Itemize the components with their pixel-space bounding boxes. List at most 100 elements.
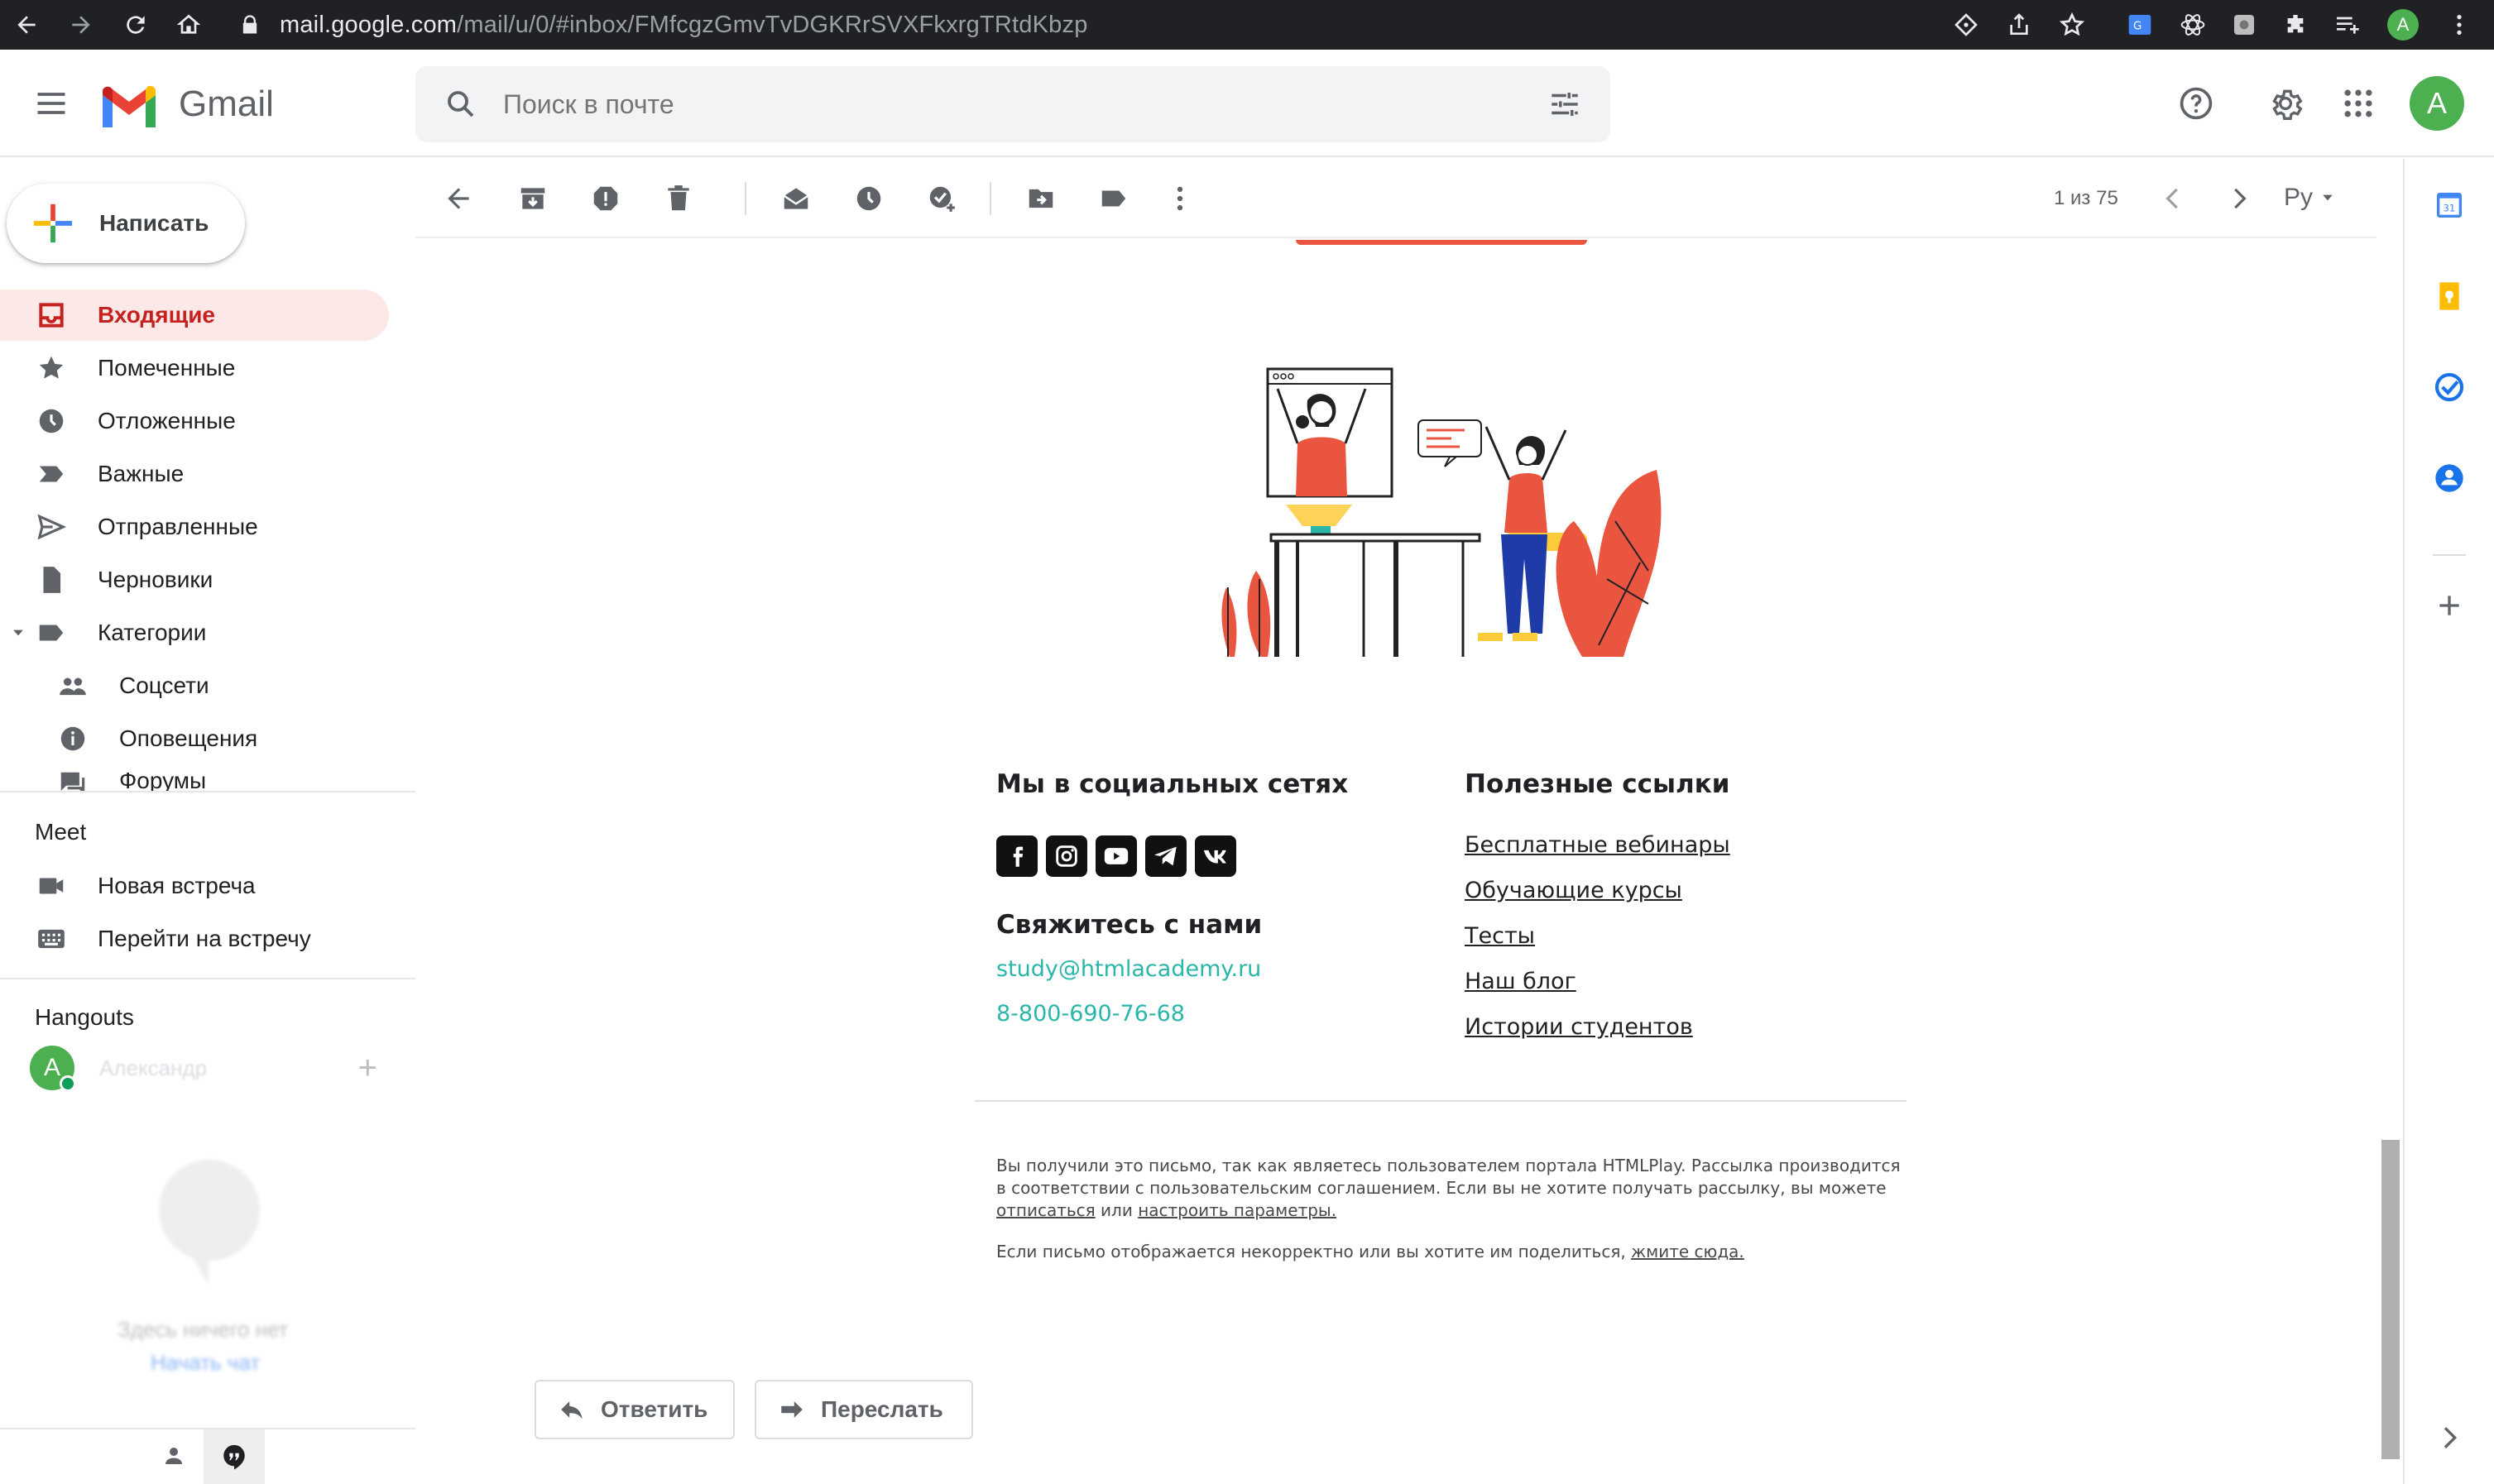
press-here-link[interactable]: жмите сюда. xyxy=(1631,1242,1744,1261)
forward-button[interactable]: Переслать xyxy=(755,1380,973,1439)
sidebar-item-label: Оповещения xyxy=(119,725,258,751)
home-icon[interactable] xyxy=(169,5,209,45)
delete-icon[interactable] xyxy=(659,179,698,218)
extension-app-icon[interactable] xyxy=(2226,7,2262,43)
sidebar-item-important[interactable]: Важные xyxy=(0,448,389,500)
settings-gear-icon[interactable] xyxy=(2261,79,2310,128)
footer-divider xyxy=(975,1100,1906,1102)
youtube-icon[interactable] xyxy=(1096,835,1137,877)
sidebar-item-starred[interactable]: Помеченные xyxy=(0,342,389,394)
facebook-icon[interactable] xyxy=(996,835,1038,877)
sidebar-item-forums[interactable]: Форумы xyxy=(0,759,389,792)
sidebar-item-updates[interactable]: Оповещения xyxy=(0,713,389,764)
react-devtools-icon[interactable] xyxy=(2175,7,2211,43)
content-scrollbar[interactable] xyxy=(2381,1140,2400,1459)
hangouts-icon xyxy=(223,1444,245,1470)
forward-icon[interactable] xyxy=(61,5,101,45)
puzzle-icon[interactable] xyxy=(2277,7,2314,43)
compose-button[interactable]: Написать xyxy=(7,184,245,263)
calendar-icon[interactable]: 31 xyxy=(2428,184,2471,227)
useful-link[interactable]: Бесплатные вебинары xyxy=(1465,832,1730,858)
sidebar-item-social[interactable]: Соцсети xyxy=(0,660,389,711)
useful-link[interactable]: Наш блог xyxy=(1465,969,1576,994)
reply-button[interactable]: Ответить xyxy=(535,1380,735,1439)
useful-link[interactable]: Истории студентов xyxy=(1465,1014,1693,1040)
older-chevron-icon[interactable] xyxy=(2219,179,2259,218)
search-options-icon[interactable] xyxy=(1547,87,1582,122)
sidebar-item-sent[interactable]: Отправленные xyxy=(0,501,389,553)
footer-or: или xyxy=(1095,1200,1139,1220)
footer-line: отписаться или настроить параметры. xyxy=(996,1199,1906,1222)
address-bar[interactable]: mail.google.com/mail/u/0/#inbox/FMfcgzGm… xyxy=(227,3,2130,46)
hangouts-user-name: Александр xyxy=(99,1055,208,1080)
reload-icon[interactable] xyxy=(116,5,156,45)
vk-icon[interactable] xyxy=(1195,835,1236,877)
contact-title: Свяжитесь с нами xyxy=(996,910,1263,940)
contacts-icon[interactable] xyxy=(2428,457,2471,500)
sidebar-item-snoozed[interactable]: Отложенные xyxy=(0,395,389,447)
newer-chevron-icon[interactable] xyxy=(2153,179,2193,218)
snooze-icon[interactable] xyxy=(849,179,889,218)
share-icon[interactable] xyxy=(2001,7,2037,43)
sidebar-item-label: Важные xyxy=(98,461,185,486)
useful-link[interactable]: Обучающие курсы xyxy=(1465,878,1682,903)
profile-avatar[interactable]: A xyxy=(2385,7,2421,43)
new-meeting-item[interactable]: Новая встреча xyxy=(0,860,389,912)
bookmark-star-icon[interactable] xyxy=(2054,7,2090,43)
account-avatar[interactable]: A xyxy=(2410,76,2464,131)
important-icon xyxy=(33,456,70,492)
sidebar-item-drafts[interactable]: Черновики xyxy=(0,554,389,606)
labels-icon[interactable] xyxy=(1094,179,1134,218)
hangouts-user[interactable]: A Александр + xyxy=(30,1044,377,1092)
gmail-logo[interactable]: Gmail xyxy=(98,81,274,127)
unsubscribe-link[interactable]: отписаться xyxy=(996,1200,1096,1220)
lens-icon[interactable] xyxy=(1948,7,1984,43)
add-contact-icon[interactable]: + xyxy=(358,1050,377,1087)
search-icon[interactable] xyxy=(444,87,478,122)
reply-arrow-icon xyxy=(561,1401,583,1419)
contact-email-link[interactable]: study@htmlacademy.ru xyxy=(996,956,1261,982)
contacts-tab[interactable] xyxy=(152,1433,195,1479)
tasks-icon[interactable] xyxy=(2428,366,2471,409)
sidebar-item-label: Помеченные xyxy=(98,355,236,381)
archive-icon[interactable] xyxy=(513,179,553,218)
sidebar: Написать Входящие Помеченные Отложенные … xyxy=(0,159,415,1484)
settings-link[interactable]: настроить параметры. xyxy=(1138,1200,1336,1220)
contact-phone-link[interactable]: 8-800-690-76-68 xyxy=(996,1001,1185,1027)
useful-link[interactable]: Тесты xyxy=(1465,923,1535,949)
sidebar-item-label: Соцсети xyxy=(119,673,209,698)
search-input[interactable] xyxy=(503,89,1496,120)
cta-button-fragment[interactable] xyxy=(1296,240,1587,245)
start-chat-link[interactable]: Начать чат xyxy=(151,1350,260,1376)
apps-grid-icon[interactable] xyxy=(2333,79,2383,128)
reading-list-icon[interactable] xyxy=(2329,7,2365,43)
main-menu-icon[interactable] xyxy=(26,79,76,128)
search-bar[interactable] xyxy=(415,66,1610,142)
join-meeting-item[interactable]: Перейти на встречу xyxy=(0,913,389,965)
forward-arrow-icon xyxy=(781,1401,803,1418)
mark-unread-icon[interactable] xyxy=(776,179,816,218)
telegram-icon[interactable] xyxy=(1145,835,1187,877)
keep-icon[interactable] xyxy=(2428,275,2471,318)
help-icon[interactable] xyxy=(2171,79,2221,128)
chrome-menu-icon[interactable] xyxy=(2441,7,2477,43)
input-tools-selector[interactable]: Ру xyxy=(2284,184,2336,212)
translate-icon[interactable]: G xyxy=(2122,7,2158,43)
caret-down-icon[interactable] xyxy=(10,625,26,641)
sidebar-item-inbox[interactable]: Входящие xyxy=(0,290,389,341)
add-task-icon[interactable] xyxy=(922,179,962,218)
more-options-icon[interactable] xyxy=(1160,179,1200,218)
instagram-icon[interactable] xyxy=(1046,835,1087,877)
sidebar-item-label: Черновики xyxy=(98,567,213,592)
hangouts-tab[interactable] xyxy=(204,1429,265,1484)
svg-text:31: 31 xyxy=(2444,203,2456,214)
get-addons-plus-icon[interactable] xyxy=(2428,584,2471,627)
email-illustration xyxy=(1221,367,1662,657)
report-spam-icon[interactable] xyxy=(586,179,626,218)
back-icon[interactable] xyxy=(7,5,46,45)
hide-panel-chevron-icon[interactable] xyxy=(2428,1416,2471,1459)
sidebar-item-categories[interactable]: Категории xyxy=(0,607,389,658)
move-to-icon[interactable] xyxy=(1021,179,1061,218)
back-to-inbox-icon[interactable] xyxy=(439,179,478,218)
person-icon xyxy=(165,1448,182,1464)
